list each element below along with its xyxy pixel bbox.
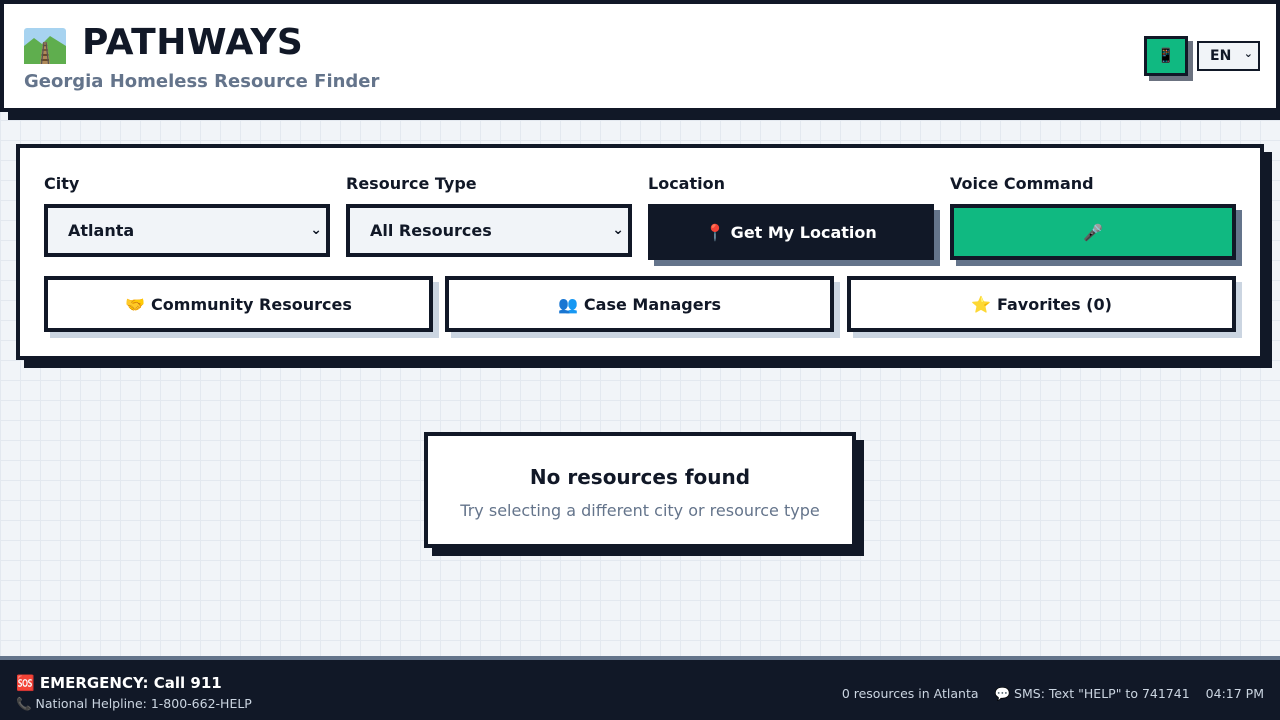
people-icon: 👥 xyxy=(557,294,578,314)
empty-state-card: No resources found Try selecting a diffe… xyxy=(424,432,856,548)
empty-state-message: Try selecting a different city or resour… xyxy=(460,501,820,520)
handshake-icon: 🤝 xyxy=(125,294,146,314)
community-resources-label: Community Resources xyxy=(151,294,352,314)
sms-help-text: 💬 SMS: Text "HELP" to 741741 xyxy=(994,686,1190,701)
language-select[interactable]: EN ⌄ xyxy=(1197,41,1260,71)
chevron-down-icon: ⌄ xyxy=(310,222,322,238)
language-selected-value: EN xyxy=(1210,48,1232,64)
railway-track-icon xyxy=(24,28,66,64)
resource-type-select[interactable]: All Resources ⌄ xyxy=(346,204,632,257)
clock-time: 04:17 PM xyxy=(1205,686,1264,701)
emergency-call-text: 🆘 EMERGENCY: Call 911 xyxy=(16,674,222,692)
get-my-location-button[interactable]: 📍 Get My Location xyxy=(648,204,934,260)
star-icon: ⭐ xyxy=(971,294,991,314)
app-title: PATHWAYS xyxy=(82,22,304,63)
microphone-icon: 🎤 xyxy=(1083,222,1103,242)
community-resources-button[interactable]: 🤝 Community Resources xyxy=(44,276,433,332)
chevron-down-icon: ⌄ xyxy=(612,222,624,238)
emergency-footer: 🆘 EMERGENCY: Call 911 📞 National Helplin… xyxy=(0,656,1280,720)
mobile-phone-button[interactable]: 📱 xyxy=(1144,36,1188,76)
get-my-location-label: 📍 Get My Location xyxy=(705,222,877,242)
city-select[interactable]: Atlanta ⌄ xyxy=(44,204,330,257)
city-label: City xyxy=(44,174,80,193)
mobile-phone-icon: 📱 xyxy=(1157,48,1175,64)
case-managers-button[interactable]: 👥 Case Managers xyxy=(445,276,834,332)
case-managers-label: Case Managers xyxy=(583,294,722,314)
location-label: Location xyxy=(648,174,725,193)
resource-count-text: 0 resources in Atlanta xyxy=(841,686,979,701)
empty-state-title: No resources found xyxy=(529,465,751,489)
favorites-button[interactable]: ⭐ Favorites (0) xyxy=(847,276,1236,332)
national-helpline-text: 📞 National Helpline: 1-800-662-HELP xyxy=(16,696,252,711)
resource-type-label: Resource Type xyxy=(346,174,477,193)
header-card: PATHWAYS Georgia Homeless Resource Finde… xyxy=(0,0,1280,112)
chevron-down-icon: ⌄ xyxy=(1243,47,1253,60)
app-subtitle: Georgia Homeless Resource Finder xyxy=(24,71,380,92)
app-header: PATHWAYS Georgia Homeless Resource Finde… xyxy=(0,0,1280,120)
voice-command-label: Voice Command xyxy=(950,174,1094,193)
resource-type-select-value: All Resources xyxy=(370,221,492,240)
voice-command-button[interactable]: 🎤 xyxy=(950,204,1236,260)
favorites-label: Favorites (0) xyxy=(996,294,1112,314)
city-select-value: Atlanta xyxy=(68,221,135,240)
footer-status: 0 resources in Atlanta 💬 SMS: Text "HELP… xyxy=(842,686,1264,702)
